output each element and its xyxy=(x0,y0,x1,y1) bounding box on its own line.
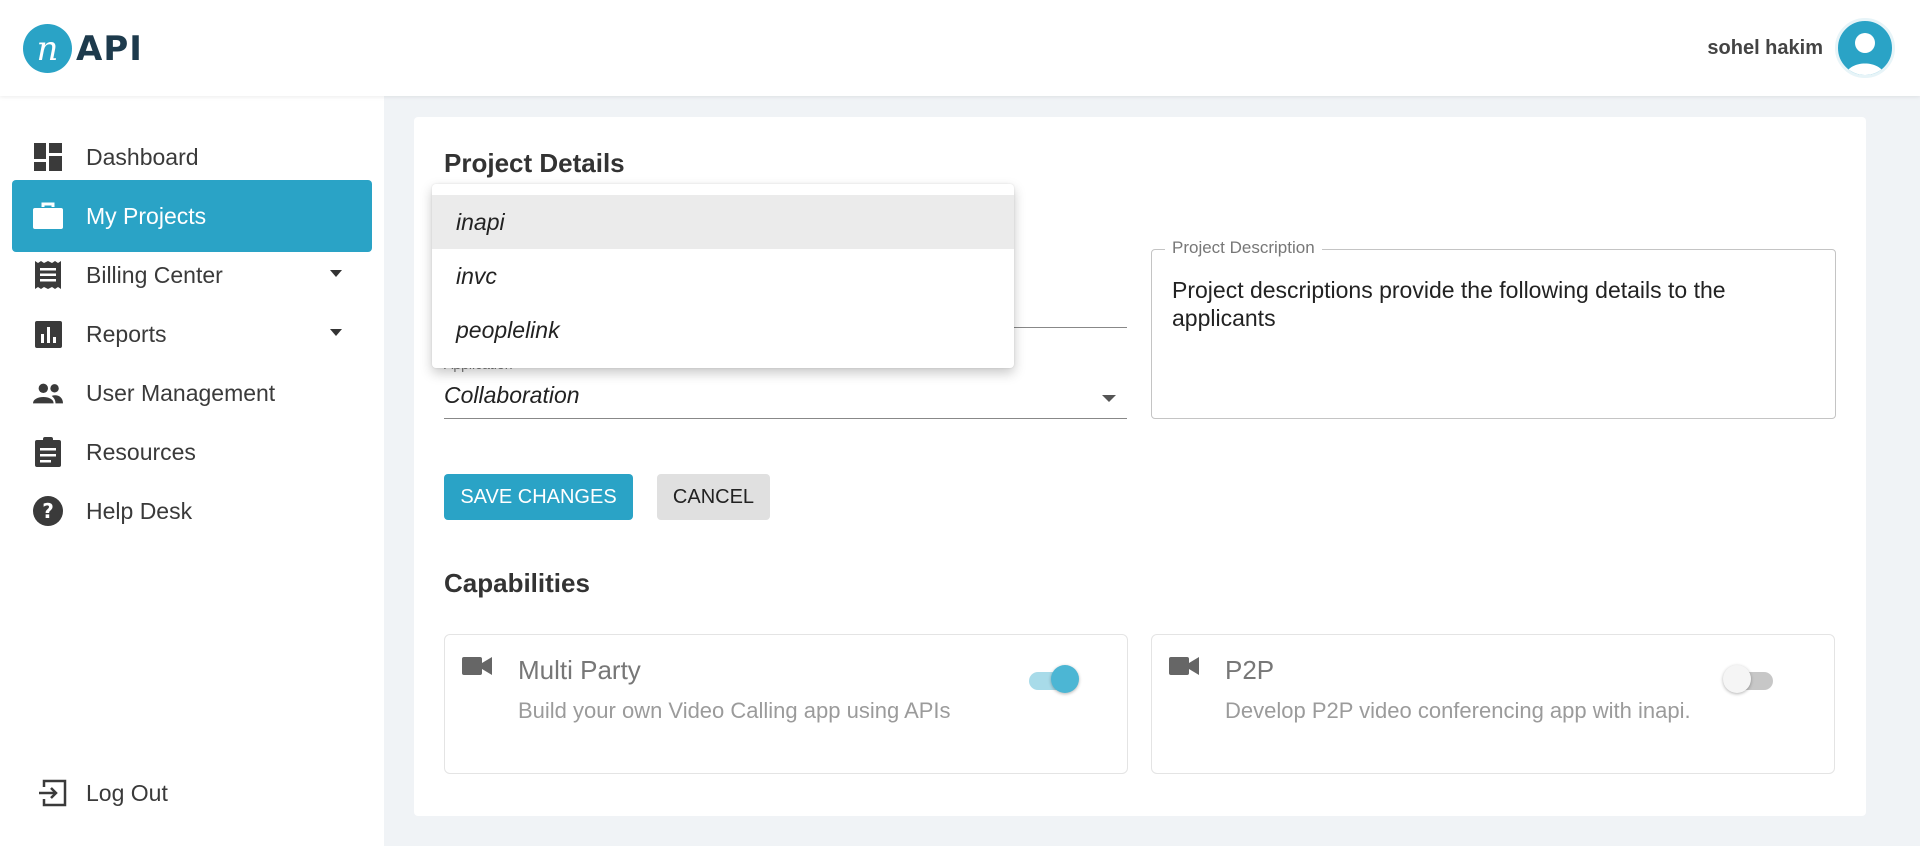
chevron-down-icon[interactable] xyxy=(1102,395,1116,402)
toggle-thumb xyxy=(1723,665,1751,693)
dashboard-icon xyxy=(33,142,63,172)
app-logo[interactable]: n API xyxy=(23,24,143,73)
dropdown-option-invc[interactable]: invc xyxy=(432,249,1014,303)
logo-badge: n xyxy=(23,24,72,73)
user-menu[interactable]: sohel hakim xyxy=(1707,18,1895,78)
sidebar-item-label: User Management xyxy=(86,379,276,406)
toggle-thumb xyxy=(1051,665,1079,693)
p2p-toggle[interactable] xyxy=(1723,665,1779,693)
project-dropdown-menu: inapi invc peoplelink xyxy=(432,184,1014,368)
multi-party-toggle[interactable] xyxy=(1023,665,1079,693)
logout-button[interactable]: Log Out xyxy=(38,778,168,808)
avatar[interactable] xyxy=(1835,18,1895,78)
cancel-button[interactable]: CANCEL xyxy=(657,474,770,520)
dropdown-option-inapi[interactable]: inapi xyxy=(432,195,1014,249)
dropdown-option-peoplelink[interactable]: peoplelink xyxy=(432,303,1014,357)
svg-text:?: ? xyxy=(42,499,54,523)
capability-card-multi-party: Multi Party Build your own Video Calling… xyxy=(444,634,1128,774)
project-description-label: Project Description xyxy=(1165,238,1322,258)
capability-description: Build your own Video Calling app using A… xyxy=(518,698,951,723)
clipboard-icon xyxy=(33,437,63,467)
video-camera-icon xyxy=(1169,655,1199,682)
capability-description: Develop P2P video conferencing app with … xyxy=(1225,698,1691,723)
logout-icon xyxy=(38,778,68,808)
sidebar-item-label: Dashboard xyxy=(86,143,199,170)
logout-label: Log Out xyxy=(86,779,168,806)
capability-title: P2P xyxy=(1225,655,1275,685)
page-title: Project Details xyxy=(444,148,625,178)
top-bar: n API sohel hakim xyxy=(0,0,1920,96)
application-select[interactable]: Collaboration xyxy=(444,382,580,409)
receipt-icon xyxy=(33,260,63,290)
sidebar-item-label: Reports xyxy=(86,320,167,347)
chevron-down-icon xyxy=(330,270,342,277)
sidebar-item-label: My Projects xyxy=(86,202,207,229)
briefcase-icon xyxy=(33,201,63,231)
capability-card-p2p: P2P Develop P2P video conferencing app w… xyxy=(1151,634,1835,774)
sidebar-item-label: Help Desk xyxy=(86,497,193,524)
project-description-text[interactable]: Project descriptions provide the followi… xyxy=(1172,276,1812,332)
sidebar-item-help-desk[interactable]: ? Help Desk xyxy=(12,475,372,547)
application-select-underline xyxy=(444,418,1127,419)
user-icon xyxy=(1845,33,1885,75)
sidebar-item-label: Resources xyxy=(86,438,196,465)
sidebar: Dashboard My Projects Billing Center Rep… xyxy=(0,96,384,846)
video-camera-icon xyxy=(462,655,492,682)
project-description-field[interactable] xyxy=(1151,249,1836,419)
people-icon xyxy=(33,378,63,408)
capabilities-title: Capabilities xyxy=(444,568,590,598)
user-name: sohel hakim xyxy=(1707,36,1823,59)
capability-title: Multi Party xyxy=(518,655,641,685)
logo-text: API xyxy=(76,28,143,69)
sidebar-item-label: Billing Center xyxy=(86,261,223,288)
bar-chart-icon xyxy=(33,319,63,349)
chevron-down-icon xyxy=(330,329,342,336)
help-icon: ? xyxy=(33,496,63,526)
save-changes-button[interactable]: SAVE CHANGES xyxy=(444,474,633,520)
